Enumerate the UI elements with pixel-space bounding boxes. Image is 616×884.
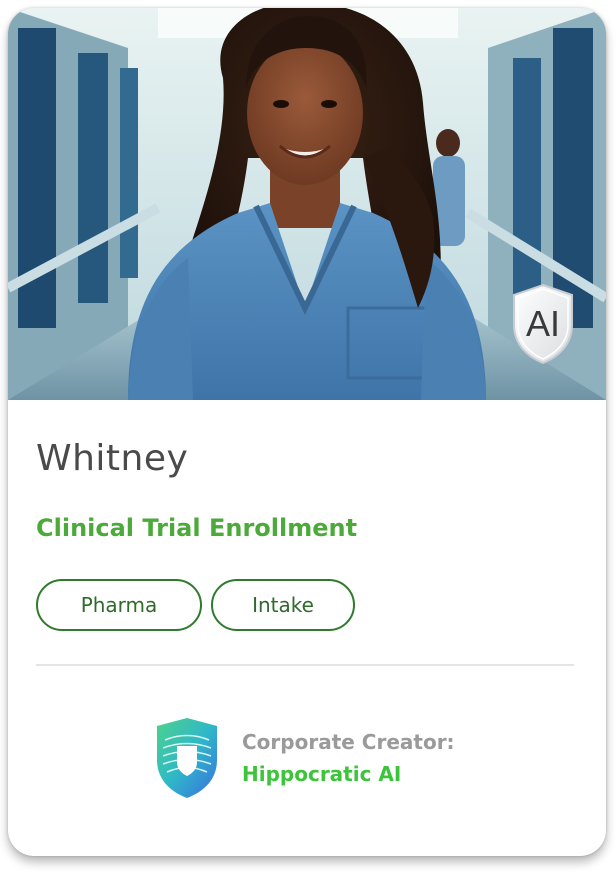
- agent-card[interactable]: AI Whitney Clinical Trial Enrollment Pha…: [8, 8, 606, 856]
- creator-label: Corporate Creator:: [242, 730, 455, 754]
- agent-photo: AI: [8, 8, 606, 400]
- agent-name: Whitney: [36, 438, 189, 479]
- tag-list: Pharma Intake: [36, 579, 355, 631]
- creator-name[interactable]: Hippocratic AI: [242, 762, 401, 786]
- agent-role: Clinical Trial Enrollment: [36, 514, 358, 542]
- tag-intake[interactable]: Intake: [211, 579, 355, 631]
- divider: [36, 664, 574, 666]
- tag-pharma[interactable]: Pharma: [36, 579, 202, 631]
- ai-badge-label: AI: [525, 303, 560, 344]
- hippocratic-ai-shield-logo-icon: [153, 716, 221, 800]
- ai-badge: AI: [510, 283, 576, 365]
